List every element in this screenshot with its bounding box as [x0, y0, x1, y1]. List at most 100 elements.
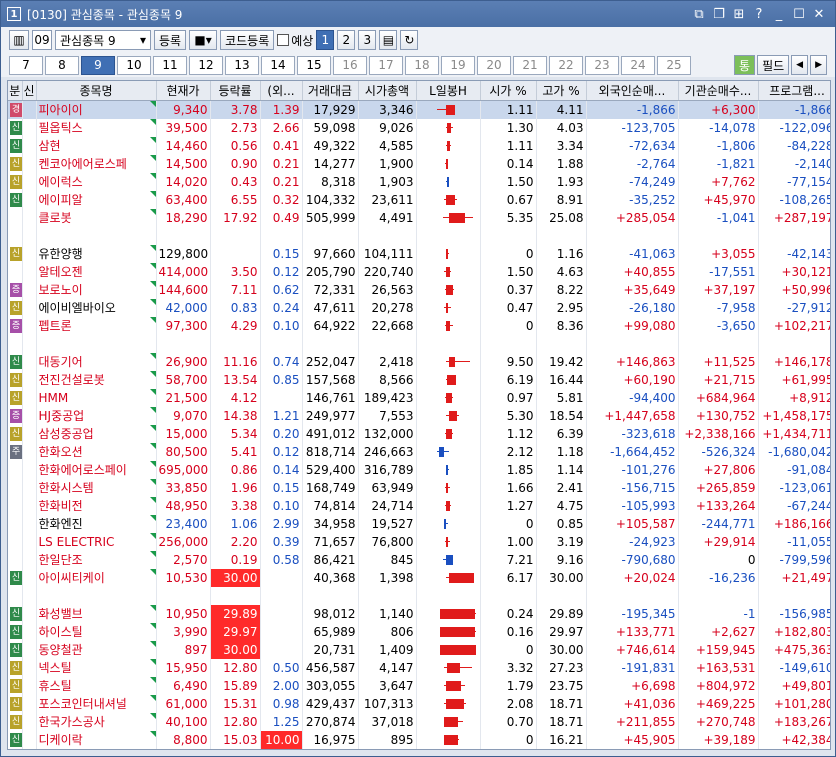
table-row[interactable]: 신 삼현 14,460 0.56 0.41 49,322 4,585 1.11 3.34 -72,…	[8, 136, 830, 155]
tab-19[interactable]: 19	[441, 55, 475, 75]
stock-name[interactable]: 한화에어로스페이	[36, 460, 157, 479]
column-header[interactable]: 신	[22, 81, 37, 101]
table-row[interactable]: 증 HJ중공업 9,070 14.38 1.21 249,977 7,553 5.30 18.5…	[8, 406, 830, 425]
code-register-button[interactable]: 코드등록	[220, 30, 275, 50]
table-row[interactable]: 신 화성밸브 10,950 29.89 98,012 1,140 0.24 29.89 -195…	[8, 604, 830, 623]
tab-24[interactable]: 24	[621, 55, 655, 75]
stock-name[interactable]: 에이피알	[36, 190, 157, 209]
table-row[interactable]: 신 휴스틸 6,490 15.89 2.00 303,055 3,647 1.79 23.75 +…	[8, 676, 830, 695]
settings-window-icon[interactable]: ⊞	[729, 7, 749, 22]
tab-23[interactable]: 23	[585, 55, 619, 75]
table-row[interactable]: 신 유한양행 129,800 0.15 97,660 104,111 0 1.16 -41,06…	[8, 244, 830, 263]
page-button-3[interactable]: 3	[358, 30, 377, 50]
tab-11[interactable]: 11	[153, 55, 187, 75]
stock-name[interactable]: 에이럭스	[36, 172, 157, 191]
table-row[interactable]: 증 보로노이 144,600 7.11 0.62 72,331 26,563 0.37 8.22…	[8, 280, 830, 299]
stock-name[interactable]: 한화비전	[36, 496, 157, 515]
column-header[interactable]: 현재가	[156, 81, 211, 101]
table-row[interactable]: 증 펩트론 97,300 4.29 0.10 64,922 22,668 0 8.36 +99,0…	[8, 316, 830, 335]
maximize-icon[interactable]: ☐	[789, 7, 809, 22]
stock-name[interactable]: 켄코아에어로스페	[36, 154, 157, 173]
stock-name[interactable]: 화성밸브	[36, 604, 157, 623]
table-row[interactable]: 신 넥스틸 15,950 12.80 0.50 456,587 4,147 3.32 27.23…	[8, 658, 830, 677]
table-row[interactable]: 클로봇 18,290 17.92 0.49 505,999 4,491 5.35 25.08 +…	[8, 208, 830, 227]
stock-name[interactable]: 피아이이	[36, 100, 157, 119]
restore-window-icon[interactable]: ❐	[709, 7, 729, 22]
panel-icon[interactable]: ▥	[9, 30, 29, 50]
table-row[interactable]: 신 아이씨티케이 10,530 30.00 40,368 1,398 6.17 30.00 +2…	[8, 568, 830, 587]
column-header[interactable]: 고가 %	[536, 81, 587, 101]
table-row[interactable]: 신 삼성중공업 15,000 5.34 0.20 491,012 132,000 1.12 6.…	[8, 424, 830, 443]
stock-name[interactable]: 필옵틱스	[36, 118, 157, 137]
view-mode-select[interactable]: ■▾	[189, 30, 218, 50]
next-arrow-icon[interactable]: ▶	[810, 55, 827, 75]
table-row[interactable]: 한화비전 48,950 3.38 0.10 74,814 24,714 1.27 4.75 -1…	[8, 496, 830, 515]
column-header[interactable]: 시가 %	[480, 81, 537, 101]
stock-name[interactable]: 전진건설로봇	[36, 370, 157, 389]
stock-name[interactable]: 한일단조	[36, 550, 157, 569]
stock-name[interactable]: 한화엔진	[36, 514, 157, 533]
table-row[interactable]: 한일단조 2,570 0.19 0.58 86,421 845 7.21 9.16 -790,6…	[8, 550, 830, 569]
table-row[interactable]: 신 HMM 21,500 4.12 146,761 189,423 0.97 5.81 -94,…	[8, 388, 830, 407]
field-button[interactable]: 필드	[757, 55, 790, 75]
table-row[interactable]: 신 디케이락 8,800 15.03 10.00 16,975 895 0 16.21 +45,9…	[8, 730, 830, 749]
tab-20[interactable]: 20	[477, 55, 511, 75]
column-header[interactable]: 거래대금	[302, 81, 359, 101]
stock-name[interactable]: 대동기어	[36, 352, 157, 371]
tab-7[interactable]: 7	[9, 55, 43, 75]
group-number[interactable]: 09	[32, 30, 52, 50]
tab-9[interactable]: 9	[81, 55, 115, 75]
table-row[interactable]: 알테오젠 414,000 3.50 0.12 205,790 220,740 1.50 4.6…	[8, 262, 830, 281]
table-row[interactable]: 신 포스코인터내셔널 61,000 15.31 0.98 429,437 107,313 2.…	[8, 694, 830, 713]
table-row[interactable]: 신 켄코아에어로스페 14,500 0.90 0.21 14,277 1,900 0.14 1.…	[8, 154, 830, 173]
stock-name[interactable]: 넥스틸	[36, 658, 157, 677]
table-row[interactable]: 한화엔진 23,400 1.06 2.99 34,958 19,527 0 0.85 +105,…	[8, 514, 830, 533]
tab-12[interactable]: 12	[189, 55, 223, 75]
register-button[interactable]: 등록	[154, 30, 187, 50]
column-header[interactable]: 시가총액	[358, 81, 417, 101]
column-header[interactable]: 외국인순매...	[586, 81, 679, 101]
column-header[interactable]: 등락률	[210, 81, 261, 101]
table-row[interactable]: LS ELECTRIC 256,000 2.20 0.39 71,657 76,800 1.…	[8, 532, 830, 551]
tab-16[interactable]: 16	[333, 55, 367, 75]
grid-options-icon[interactable]: ▤	[379, 30, 398, 50]
stock-name[interactable]: 펩트론	[36, 316, 157, 335]
tab-21[interactable]: 21	[513, 55, 547, 75]
prev-arrow-icon[interactable]: ◀	[791, 55, 809, 75]
stock-name[interactable]: 디케이락	[36, 730, 157, 749]
stock-name[interactable]: 클로봇	[36, 208, 157, 227]
table-row[interactable]: 신 필옵틱스 39,500 2.73 2.66 59,098 9,026 1.30 4.03 -1…	[8, 118, 830, 137]
link-icon[interactable]: ⧉	[689, 7, 709, 22]
table-row[interactable]: 신 에이비엘바이오 42,000 0.83 0.24 47,611 20,278 0.47 2.…	[8, 298, 830, 317]
stock-name[interactable]: 아이씨티케이	[36, 568, 157, 587]
table-row[interactable]: 주 한화오션 80,500 5.41 0.12 818,714 246,663 2.12 1.1…	[8, 442, 830, 461]
table-row[interactable]: 신 대동기어 26,900 11.16 0.74 252,047 2,418 9.50 19.4…	[8, 352, 830, 371]
page-button-1[interactable]: 1	[316, 30, 335, 50]
tab-15[interactable]: 15	[297, 55, 331, 75]
column-header[interactable]: 기관순매수...	[678, 81, 759, 101]
stock-name[interactable]: 하이스틸	[36, 622, 157, 641]
tab-10[interactable]: 10	[117, 55, 151, 75]
stock-name[interactable]: LS ELECTRIC	[36, 532, 157, 551]
column-header[interactable]: L일봉H	[416, 81, 481, 101]
stock-name[interactable]: 유한양행	[36, 244, 157, 263]
tab-17[interactable]: 17	[369, 55, 403, 75]
stock-name[interactable]: HMM	[36, 388, 157, 407]
stock-name[interactable]: 포스코인터내셔널	[36, 694, 157, 713]
reserve-checkbox[interactable]: 예상	[277, 32, 313, 49]
stock-name[interactable]: 휴스틸	[36, 676, 157, 695]
table-row[interactable]: 신 동양철관 897 30.00 20,731 1,409 0 30.00 +746,614 +1…	[8, 640, 830, 659]
stock-name[interactable]: 삼현	[36, 136, 157, 155]
tab-14[interactable]: 14	[261, 55, 295, 75]
stock-name[interactable]: HJ중공업	[36, 406, 157, 425]
column-header[interactable]: 프로그램...	[758, 81, 830, 101]
column-header[interactable]: 분	[8, 81, 23, 101]
stock-name[interactable]: 한화오션	[36, 442, 157, 461]
close-icon[interactable]: ✕	[809, 7, 829, 22]
tab-25[interactable]: 25	[657, 55, 691, 75]
column-header[interactable]: 종목명	[36, 81, 157, 101]
table-row[interactable]: 경 피아이이 9,340 3.78 1.39 17,929 3,346 1.11 4.11 -1,…	[8, 100, 830, 119]
table-row[interactable]: 한화시스템 33,850 1.96 0.15 168,749 63,949 1.66 2.41…	[8, 478, 830, 497]
stock-name[interactable]: 삼성중공업	[36, 424, 157, 443]
stock-name[interactable]: 에이비엘바이오	[36, 298, 157, 317]
